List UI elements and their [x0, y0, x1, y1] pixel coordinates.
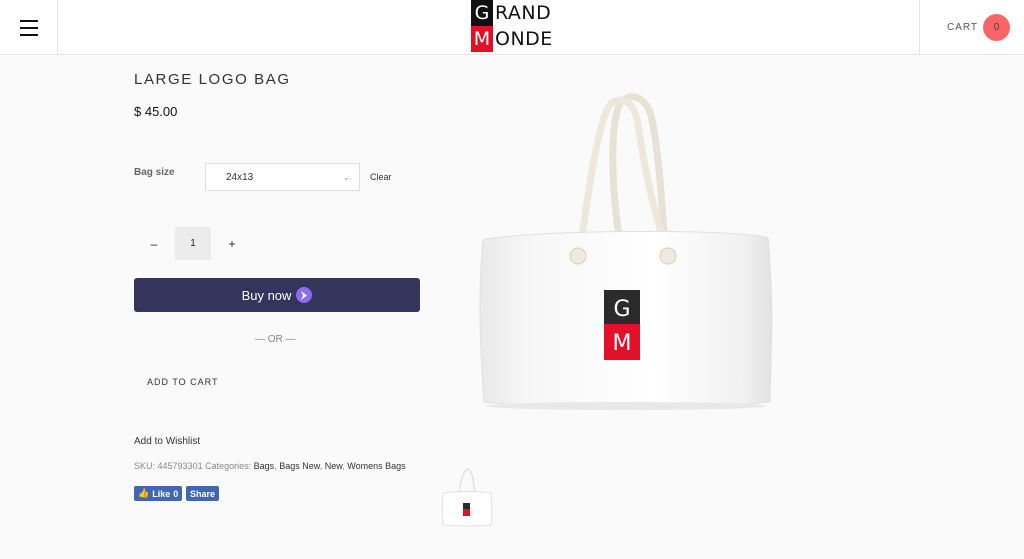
facebook-share-button[interactable]: Share [186, 486, 220, 501]
quantity-increase-button[interactable]: + [218, 230, 246, 258]
quantity-input[interactable]: 1 [175, 227, 211, 260]
bag-size-label: Bag size [134, 167, 175, 178]
logo-word-monde: ONDE [495, 28, 553, 50]
hamburger-icon-line [19, 33, 38, 36]
svg-text:G: G [613, 297, 630, 322]
category-link-bags[interactable]: Bags [254, 461, 275, 471]
product-title: LARGE LOGO BAG [134, 71, 291, 88]
cart-count-badge: 0 [983, 14, 1011, 41]
bag-size-select[interactable]: 24x13 ⌄ [205, 163, 360, 191]
or-divider: — OR — [255, 334, 296, 345]
like-label: Like [152, 488, 171, 499]
logo-word-grand: RAND [495, 2, 552, 24]
hamburger-icon-line [19, 19, 38, 22]
category-link-womens-bags[interactable]: Womens Bags [347, 461, 405, 471]
arrow-right-icon [296, 287, 313, 303]
logo-initial-g: G [471, 0, 493, 26]
hamburger-menu-button[interactable] [0, 0, 58, 55]
category-link-new[interactable]: New [325, 461, 343, 471]
product-main-image[interactable]: G M [440, 80, 830, 420]
site-header: G RAND M ONDE CART 0 [0, 0, 1024, 55]
hamburger-icon-line [19, 26, 38, 29]
sku-value: 445793301 [157, 461, 203, 471]
logo-initial-m: M [471, 26, 493, 52]
add-to-wishlist-link[interactable]: Add to Wishlist [134, 436, 200, 447]
cart-button[interactable]: CART 0 [919, 0, 1024, 55]
clear-selection-link[interactable]: Clear [370, 172, 392, 182]
category-link-bags-new[interactable]: Bags New [279, 461, 320, 471]
product-price: $ 45.00 [134, 104, 178, 119]
bag-size-selected-value: 24x13 [226, 171, 254, 183]
buy-now-label: Buy now [241, 287, 292, 303]
sku-label: SKU: [134, 461, 156, 471]
buy-now-button[interactable]: Buy now [134, 278, 420, 312]
facebook-like-button[interactable]: 👍 Like 0 [134, 486, 183, 501]
quantity-decrease-button[interactable]: – [140, 230, 168, 258]
product-thumbnail[interactable] [437, 465, 495, 529]
brand-logo[interactable]: G RAND M ONDE [471, 0, 553, 53]
add-to-cart-button[interactable]: ADD TO CART [147, 377, 219, 387]
like-count: 0 [173, 488, 179, 499]
product-meta: SKU: 445793301 Categories: Bags, Bags Ne… [134, 461, 406, 471]
svg-text:M: M [613, 331, 632, 356]
categories-label: Categories: [205, 461, 252, 471]
cart-label: CART [947, 22, 979, 33]
thumbs-up-icon: 👍 [138, 488, 150, 498]
chevron-down-icon: ⌄ [342, 172, 350, 182]
